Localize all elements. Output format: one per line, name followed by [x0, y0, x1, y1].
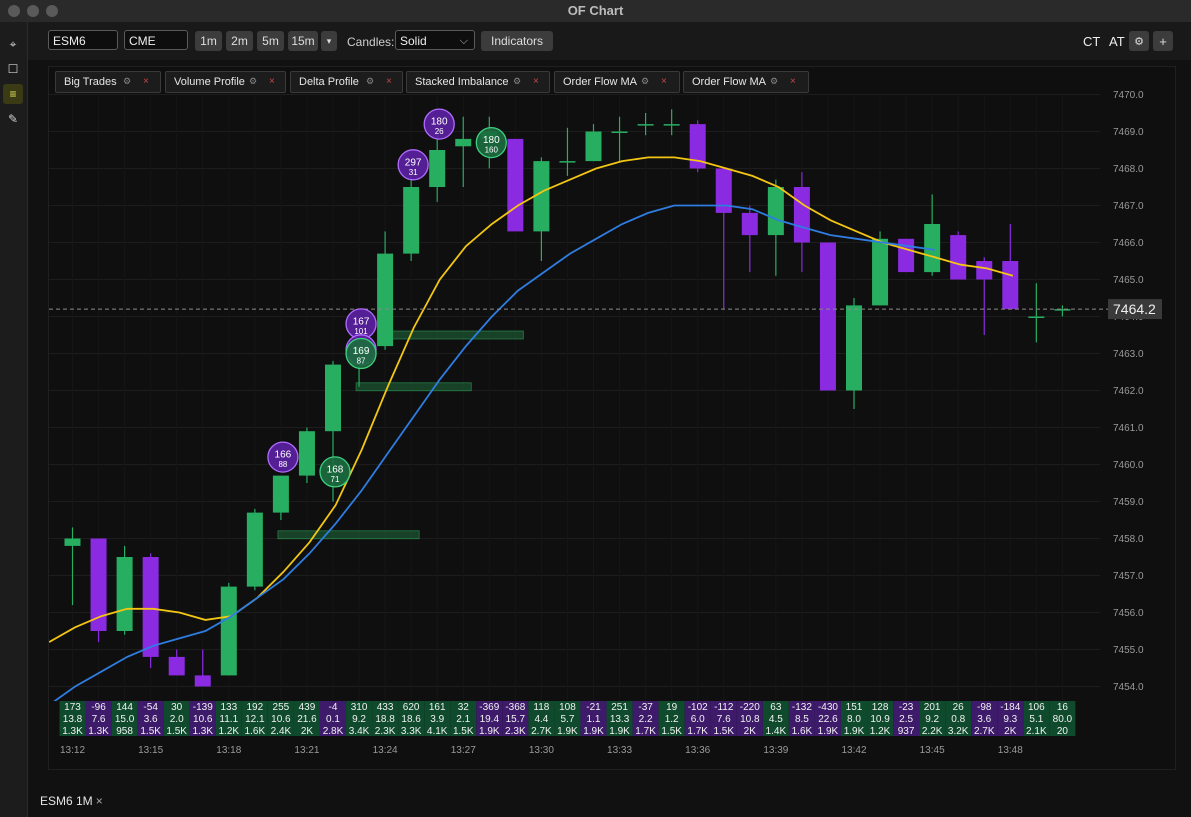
gear-icon[interactable]: ⚙	[366, 76, 374, 87]
indicator-tab-big-trades[interactable]: Big Trades ⚙ ×	[55, 71, 161, 93]
ct-button[interactable]: CT	[1083, 34, 1100, 49]
chart-area[interactable]	[48, 66, 1176, 770]
gear-icon[interactable]: ⚙	[641, 76, 649, 87]
indicator-tab-delta-profile[interactable]: Delta Profile ⚙ ×	[290, 71, 403, 93]
window-title: OF Chart	[567, 3, 624, 18]
indicator-tab-label: Delta Profile	[299, 76, 359, 88]
indicator-tab-order-flow-ma-2[interactable]: Order Flow MA ⚙ ×	[683, 71, 809, 93]
gear-icon[interactable]: ⚙	[513, 76, 521, 87]
chart-tab-esm6-1m[interactable]: ESM6 1M ×	[40, 794, 103, 808]
gear-icon: ⚙	[1134, 35, 1144, 48]
gear-icon[interactable]: ⚙	[770, 76, 778, 87]
indicator-tab-label: Order Flow MA	[692, 76, 766, 88]
gear-icon[interactable]: ⚙	[123, 76, 131, 87]
rectangle-icon[interactable]: ☐	[3, 59, 23, 79]
at-button[interactable]: AT	[1109, 34, 1125, 49]
close-icon[interactable]: ×	[386, 76, 392, 87]
timeframe-2m-button[interactable]: 2m	[226, 31, 253, 51]
settings-button[interactable]: ⚙	[1129, 31, 1149, 51]
indicator-tab-volume-profile[interactable]: Volume Profile ⚙ ×	[165, 71, 286, 93]
indicator-tab-label: Stacked Imbalance	[415, 76, 509, 88]
chart-toolbar: ESM6 CME 1m 2m 5m 15m ▾ Candles: Solid ⌵…	[28, 22, 1191, 60]
candles-select[interactable]: Solid ⌵	[395, 30, 475, 50]
close-icon[interactable]: ×	[533, 76, 539, 87]
close-icon[interactable]: ×	[661, 76, 667, 87]
close-icon[interactable]: ×	[269, 76, 275, 87]
indicator-tab-label: Big Trades	[64, 76, 117, 88]
timeframe-5m-button[interactable]: 5m	[257, 31, 284, 51]
candles-label: Candles:	[347, 35, 395, 49]
window-titlebar: OF Chart	[0, 0, 1191, 23]
symbol-input[interactable]: ESM6	[48, 30, 118, 50]
indicator-tab-label: Order Flow MA	[563, 76, 637, 88]
close-icon[interactable]: ×	[790, 76, 796, 87]
list-icon[interactable]: ≡	[3, 84, 23, 104]
chart-tab-label: ESM6 1M	[40, 794, 93, 808]
pencil-icon[interactable]: ✎	[3, 109, 23, 129]
candles-select-value: Solid	[400, 34, 427, 48]
crosshair-icon[interactable]: ⌖	[3, 34, 23, 54]
close-icon[interactable]: ×	[96, 794, 103, 808]
timeframe-15m-button[interactable]: 15m	[288, 31, 318, 51]
drawing-toolbar: ⌖ ☐ ≡ ✎	[0, 22, 28, 817]
timeframe-1m-button[interactable]: 1m	[195, 31, 222, 51]
chevron-down-icon: ⌵	[459, 35, 468, 47]
gear-icon[interactable]: ⚙	[249, 76, 257, 87]
close-icon[interactable]: ×	[143, 76, 149, 87]
plus-icon: +	[1159, 33, 1167, 49]
indicators-button[interactable]: Indicators	[481, 31, 553, 51]
indicator-tab-label: Volume Profile	[174, 76, 245, 88]
indicator-tab-stacked-imbalance[interactable]: Stacked Imbalance ⚙ ×	[406, 71, 550, 93]
indicator-tab-order-flow-ma-1[interactable]: Order Flow MA ⚙ ×	[554, 71, 680, 93]
add-chart-button[interactable]: +	[1153, 31, 1173, 51]
timeframe-more-button[interactable]: ▾	[321, 31, 337, 51]
exchange-input[interactable]: CME	[124, 30, 188, 50]
